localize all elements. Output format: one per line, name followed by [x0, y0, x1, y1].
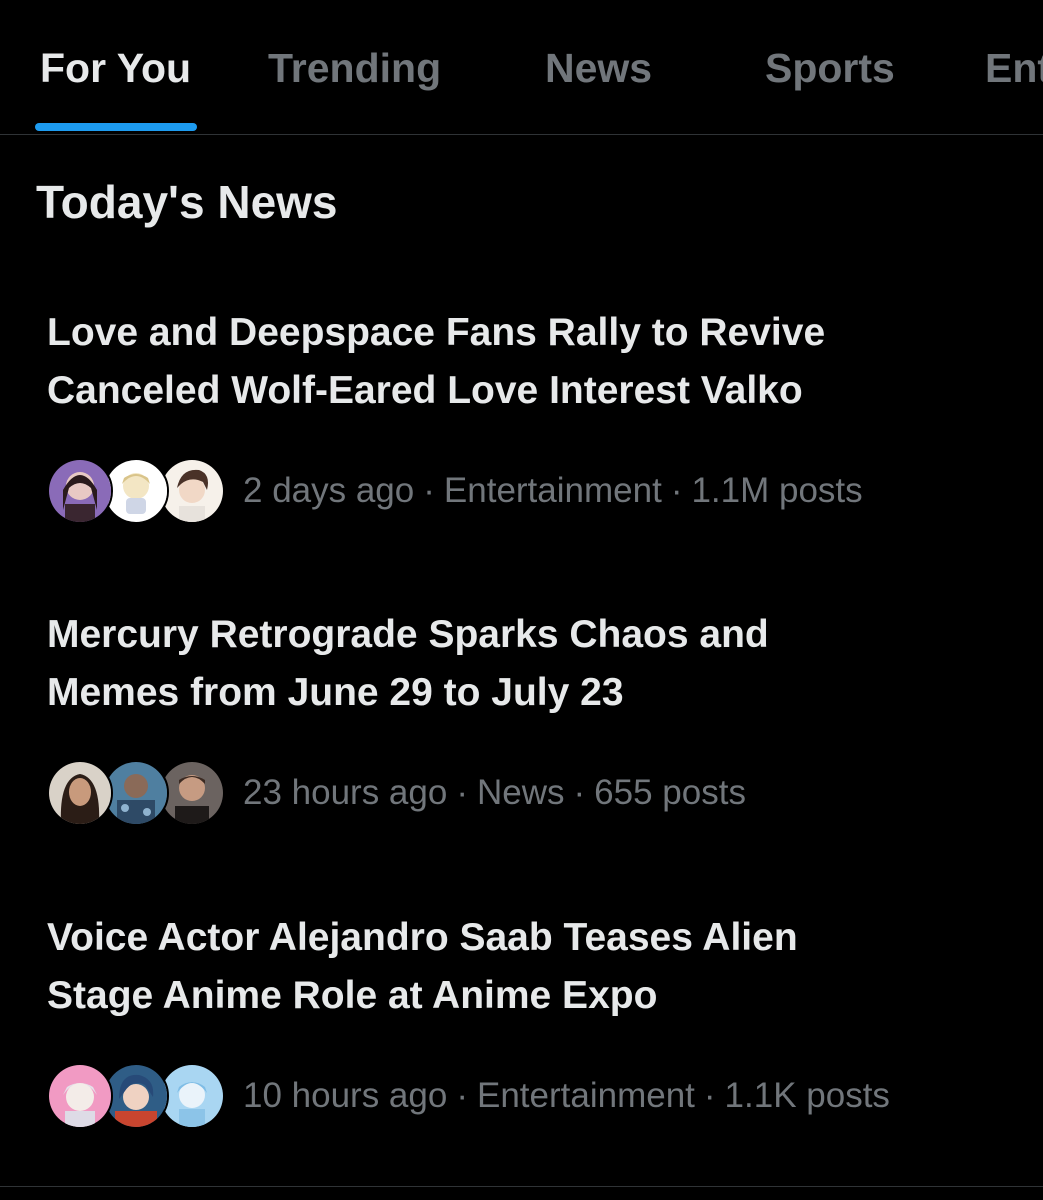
story-category: News — [476, 773, 565, 812]
anime-girl-avatar — [47, 458, 113, 524]
story-meta: 2 days ago · Entertainment · 1.1M posts — [47, 458, 1007, 524]
tab-for-you[interactable]: For You — [40, 44, 191, 92]
story-meta: 23 hours ago · News · 655 posts — [47, 760, 1007, 826]
meta-separator: · — [670, 471, 683, 510]
story-title-line: Love and Deepspace Fans Rally to Revive — [47, 311, 826, 354]
story-meta: 10 hours ago · Entertainment · 1.1K posts — [47, 1063, 1007, 1129]
story-title[interactable]: Love and Deepspace Fans Rally to Revive … — [47, 304, 1007, 420]
meta-separator: · — [703, 1076, 716, 1115]
story-time: 2 days ago — [243, 471, 415, 510]
story-title-line: Stage Anime Role at Anime Expo — [47, 974, 658, 1017]
meta-separator: · — [456, 1076, 468, 1115]
tab-bar: For You Trending News Sports Ent — [0, 0, 1043, 135]
story-metadata: 10 hours ago · Entertainment · 1.1K posts — [243, 1075, 890, 1117]
story-post-count: 655 posts — [594, 773, 746, 812]
section-title: Today's News — [36, 176, 338, 228]
avatar-group — [47, 760, 227, 826]
story-post-count: 1.1K posts — [724, 1076, 890, 1115]
story-title[interactable]: Mercury Retrograde Sparks Chaos and Meme… — [47, 606, 1007, 722]
tab-sports[interactable]: Sports — [765, 44, 895, 92]
story-category: Entertainment — [476, 1076, 695, 1115]
story-title-line: Mercury Retrograde Sparks Chaos and — [47, 613, 769, 656]
news-story[interactable]: Mercury Retrograde Sparks Chaos and Meme… — [47, 606, 1007, 826]
meta-separator: · — [423, 471, 435, 510]
avatar-group — [47, 1063, 227, 1129]
story-time: 10 hours ago — [243, 1076, 448, 1115]
news-story[interactable]: Love and Deepspace Fans Rally to Revive … — [47, 304, 1007, 524]
pink-anime-avatar — [47, 1063, 113, 1129]
story-title-line: Canceled Wolf-Eared Love Interest Valko — [47, 369, 803, 412]
news-story[interactable]: Voice Actor Alejandro Saab Teases Alien … — [47, 909, 1007, 1129]
bottom-divider — [0, 1186, 1043, 1187]
avatar-group — [47, 458, 227, 524]
story-post-count: 1.1M posts — [691, 471, 863, 510]
story-time: 23 hours ago — [243, 773, 448, 812]
tab-trending[interactable]: Trending — [268, 44, 441, 92]
story-category: Entertainment — [443, 471, 662, 510]
tab-news[interactable]: News — [545, 44, 652, 92]
tab-entertainment[interactable]: Ent — [985, 44, 1043, 92]
story-metadata: 2 days ago · Entertainment · 1.1M posts — [243, 470, 863, 512]
woman-avatar — [47, 760, 113, 826]
story-title[interactable]: Voice Actor Alejandro Saab Teases Alien … — [47, 909, 1007, 1025]
story-metadata: 23 hours ago · News · 655 posts — [243, 772, 746, 814]
story-title-line: Memes from June 29 to July 23 — [47, 671, 624, 714]
meta-separator: · — [456, 773, 468, 812]
meta-separator: · — [573, 773, 586, 812]
active-tab-indicator — [35, 123, 197, 131]
story-title-line: Voice Actor Alejandro Saab Teases Alien — [47, 916, 798, 959]
